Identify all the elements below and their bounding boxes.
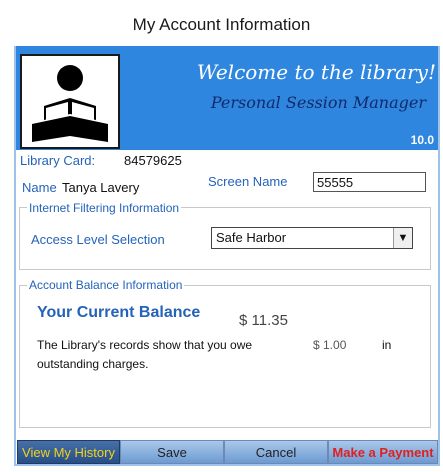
owe-message-suffix: outstanding charges. (37, 357, 149, 371)
save-button[interactable]: Save (120, 440, 224, 464)
cancel-button[interactable]: Cancel (224, 440, 328, 464)
current-balance-title: Your Current Balance (37, 304, 201, 321)
version-label: 10.0 (410, 133, 434, 147)
make-payment-button[interactable]: Make a Payment (328, 440, 438, 464)
banner-title: Welcome to the library! (196, 60, 436, 84)
internet-filtering-title: Internet Filtering Information (27, 201, 182, 215)
account-window: My Account Information Welcome to the li… (0, 0, 443, 472)
name-label: Name (22, 180, 57, 195)
chevron-down-icon[interactable]: ▼ (393, 228, 412, 248)
owe-message: The Library's records show that you owe (37, 338, 253, 352)
owe-amount: $ 1.00 (313, 338, 347, 352)
library-card-value: 84579625 (124, 153, 182, 168)
library-logo (20, 54, 120, 149)
screen-name-label: Screen Name (208, 174, 288, 189)
name-value: Tanya Lavery (62, 180, 140, 195)
owe-message-in: in (382, 338, 392, 352)
account-balance-title: Account Balance Information (27, 278, 185, 292)
access-level-label: Access Level Selection (31, 232, 165, 247)
access-level-select[interactable]: Safe Harbor ▼ (211, 227, 413, 249)
window-title: My Account Information (132, 15, 311, 34)
access-level-value: Safe Harbor (216, 230, 287, 245)
window-border-right (438, 46, 440, 466)
banner-subtitle: Personal Session Manager (210, 93, 426, 112)
person-reading-book-icon (32, 65, 108, 142)
screen-name-input[interactable] (313, 172, 426, 192)
current-balance-amount: $ 11.35 (239, 312, 288, 329)
view-history-button[interactable]: View My History (17, 440, 120, 464)
library-card-label: Library Card: (20, 153, 96, 168)
